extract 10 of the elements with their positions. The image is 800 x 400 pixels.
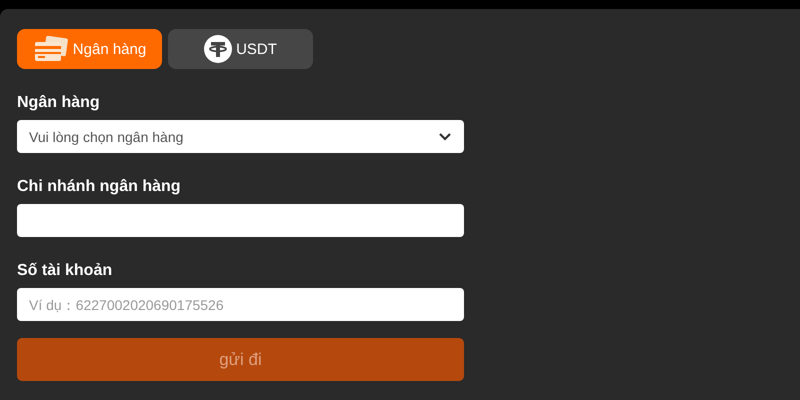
input-field[interactable] [17, 204, 464, 237]
field-label: Ngân hàng [17, 94, 101, 112]
payment-tab[interactable]: USDT [168, 29, 313, 69]
field-label: Chi nhánh ngân hàng [17, 178, 182, 196]
bank-select[interactable]: Vui lòng chọn ngân hàng [17, 120, 464, 153]
tether-icon [204, 35, 232, 63]
cards-icon [32, 36, 69, 62]
field-label: Số tài khoản [17, 262, 114, 280]
chevron-down-icon [438, 132, 452, 142]
input-field[interactable]: Ví dụ：6227002020690175526 [17, 288, 464, 321]
